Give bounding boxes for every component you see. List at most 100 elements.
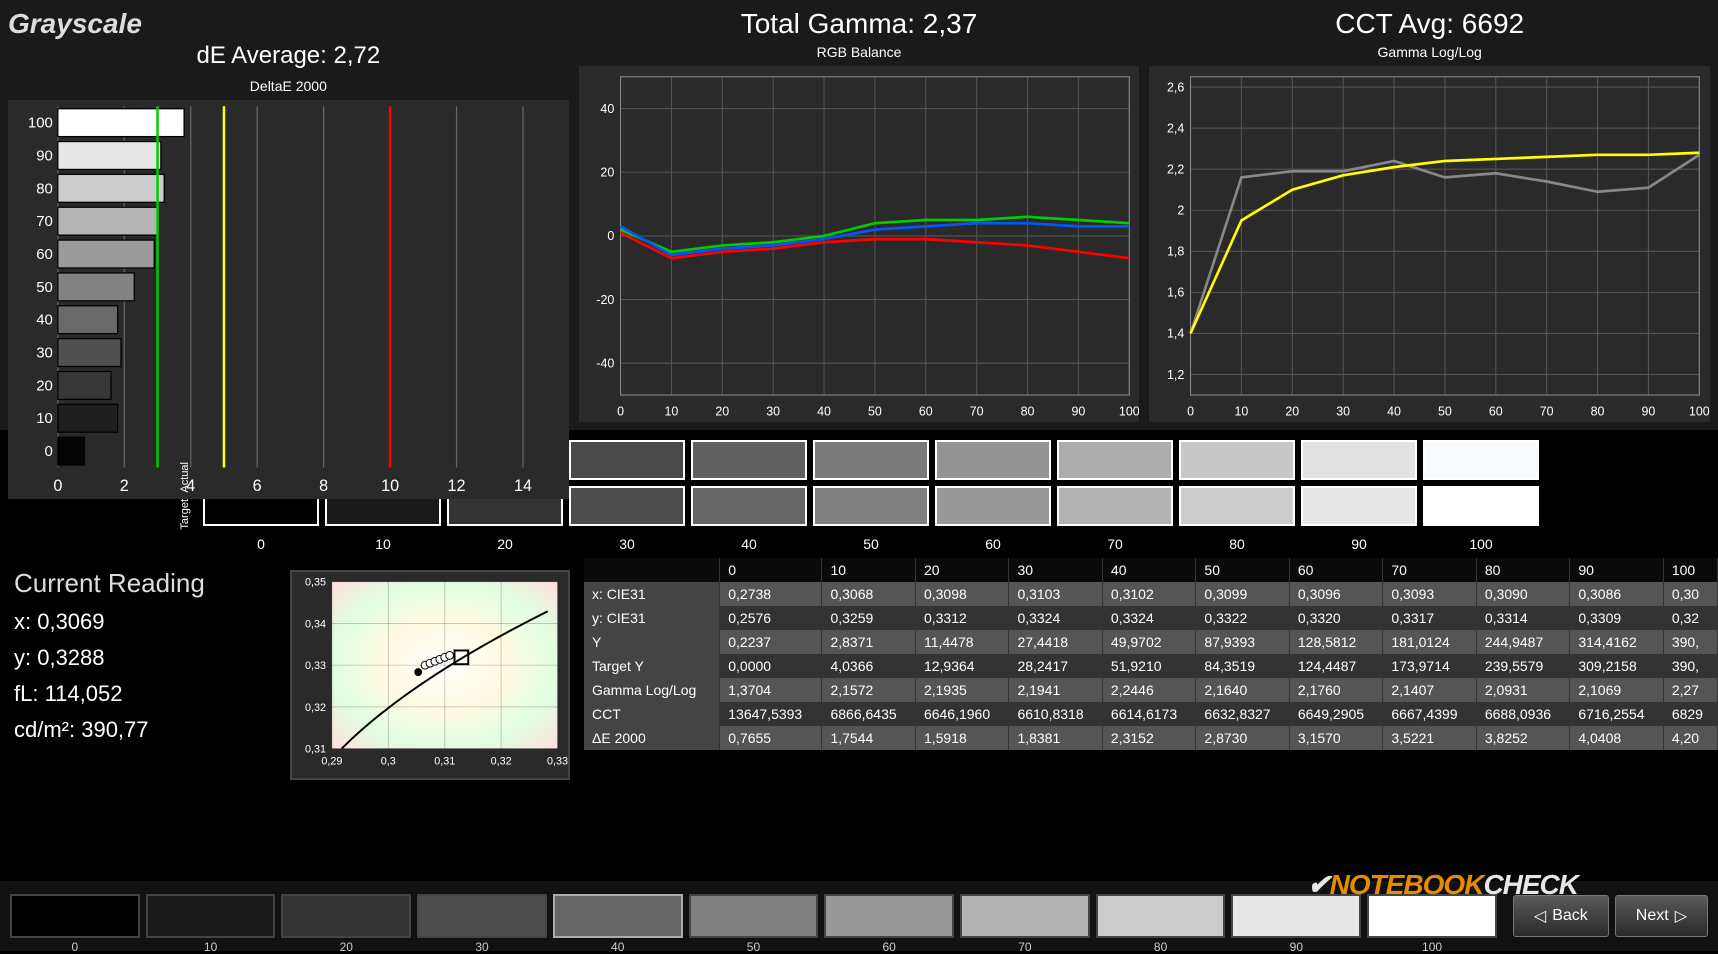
gamma-chart: 01020304050607080901001,21,41,61,822,22,…	[1149, 66, 1710, 422]
swatch-label: 60	[935, 536, 1051, 552]
svg-text:30: 30	[36, 345, 53, 362]
row-header: x: CIE31	[584, 582, 720, 606]
svg-text:2: 2	[120, 477, 129, 495]
svg-text:40: 40	[600, 102, 614, 116]
svg-text:2,2: 2,2	[1167, 162, 1184, 176]
svg-text:0: 0	[607, 229, 614, 243]
table-header: 20	[915, 558, 1008, 582]
svg-text:30: 30	[1337, 404, 1351, 418]
data-table: 0102030405060708090100x: CIE310,27380,30…	[584, 558, 1718, 750]
deltae-panel: Grayscale dE Average: 2,72 DeltaE 2000 0…	[8, 8, 569, 422]
footer-swatch-100[interactable]: 100	[1367, 894, 1497, 938]
svg-text:90: 90	[36, 147, 53, 164]
footer-swatch-90[interactable]: 90	[1231, 894, 1361, 938]
swatch-actual-40[interactable]	[691, 440, 807, 480]
footer-swatch-40[interactable]: 40	[553, 894, 683, 938]
svg-text:1,6: 1,6	[1167, 285, 1184, 299]
swatch-actual-30[interactable]	[569, 440, 685, 480]
swatch-target-100[interactable]	[1423, 486, 1539, 526]
svg-text:2,6: 2,6	[1167, 80, 1184, 94]
footer-swatch-60[interactable]: 60	[824, 894, 954, 938]
footer-swatch-20[interactable]: 20	[281, 894, 411, 938]
swatch-target-70[interactable]	[1057, 486, 1173, 526]
table-header: 30	[1009, 558, 1102, 582]
svg-text:1,4: 1,4	[1167, 327, 1184, 341]
svg-text:40: 40	[1387, 404, 1401, 418]
svg-text:40: 40	[36, 312, 53, 329]
footer: 0102030405060708090100 ◁Back Next▷	[0, 881, 1718, 951]
next-button[interactable]: Next▷	[1615, 895, 1708, 937]
svg-text:70: 70	[969, 404, 983, 418]
data-table-wrap[interactable]: 0102030405060708090100x: CIE310,27380,30…	[584, 558, 1718, 881]
svg-text:20: 20	[715, 404, 729, 418]
table-header: 80	[1476, 558, 1569, 582]
footer-swatch-50[interactable]: 50	[689, 894, 819, 938]
swatch-label: 10	[325, 536, 441, 552]
svg-text:30: 30	[766, 404, 780, 418]
swatch-actual-70[interactable]	[1057, 440, 1173, 480]
gammalog-chart-title: Gamma Log/Log	[1149, 44, 1710, 60]
svg-text:0,3: 0,3	[381, 755, 396, 767]
rgb-panel: Total Gamma: 2,37 RGB Balance 0102030405…	[579, 8, 1140, 422]
swatch-label-target: Target	[179, 499, 191, 530]
table-header	[584, 558, 720, 582]
footer-swatch-80[interactable]: 80	[1096, 894, 1226, 938]
table-row: Target Y0,00004,036612,936428,241751,921…	[584, 654, 1718, 678]
row-header: Y	[584, 630, 720, 654]
swatch-target-30[interactable]	[569, 486, 685, 526]
swatch-actual-50[interactable]	[813, 440, 929, 480]
svg-text:2,4: 2,4	[1167, 121, 1184, 135]
swatch-actual-90[interactable]	[1301, 440, 1417, 480]
swatch-label-actual: Actual	[179, 462, 191, 493]
svg-text:100: 100	[1119, 404, 1140, 418]
svg-text:-40: -40	[596, 356, 614, 370]
grayscale-title: Grayscale	[8, 8, 569, 40]
reading-cdm2: cd/m²: 390,77	[14, 717, 266, 743]
rgb-chart: 0102030405060708090100-40-2002040	[579, 66, 1140, 422]
swatch-label: 40	[691, 536, 807, 552]
svg-text:0: 0	[617, 404, 624, 418]
swatch-target-80[interactable]	[1179, 486, 1295, 526]
table-row: Gamma Log/Log1,37042,15722,19352,19412,2…	[584, 678, 1718, 702]
cct-title: CCT Avg: 6692	[1149, 8, 1710, 40]
swatch-target-60[interactable]	[935, 486, 1051, 526]
table-row: CCT13647,53936866,64356646,19606610,8318…	[584, 702, 1718, 726]
triangle-left-icon: ◁	[1534, 906, 1546, 926]
back-button[interactable]: ◁Back	[1513, 895, 1609, 937]
table-row: ΔE 20000,76551,75441,59181,83812,31522,8…	[584, 726, 1718, 750]
swatch-label: 30	[569, 536, 685, 552]
svg-text:90: 90	[1071, 404, 1085, 418]
svg-text:12: 12	[448, 477, 466, 495]
swatch-actual-60[interactable]	[935, 440, 1051, 480]
table-header: 60	[1289, 558, 1382, 582]
swatch-label: 80	[1179, 536, 1295, 552]
bottom-section: Current Reading x: 0,3069 y: 0,3288 fL: …	[0, 558, 1718, 881]
svg-text:0,32: 0,32	[305, 702, 326, 714]
table-header: 90	[1570, 558, 1663, 582]
swatch-actual-80[interactable]	[1179, 440, 1295, 480]
footer-swatch-70[interactable]: 70	[960, 894, 1090, 938]
svg-text:100: 100	[28, 115, 53, 132]
reading-title: Current Reading	[14, 568, 266, 599]
swatch-target-90[interactable]	[1301, 486, 1417, 526]
svg-text:0,33: 0,33	[305, 660, 326, 672]
svg-text:80: 80	[36, 180, 53, 197]
svg-text:50: 50	[36, 279, 53, 296]
footer-swatch-0[interactable]: 0	[10, 894, 140, 938]
table-row: x: CIE310,27380,30680,30980,31030,31020,…	[584, 582, 1718, 606]
svg-text:60: 60	[1489, 404, 1503, 418]
deltae-chart: 024681012141009080706050403020100	[8, 100, 569, 499]
table-header: 70	[1383, 558, 1476, 582]
swatch-label: 70	[1057, 536, 1173, 552]
swatch-label: 100	[1423, 536, 1539, 552]
row-header: Target Y	[584, 654, 720, 678]
footer-swatch-10[interactable]: 10	[146, 894, 276, 938]
swatch-target-40[interactable]	[691, 486, 807, 526]
svg-text:0,35: 0,35	[305, 577, 326, 589]
footer-swatch-30[interactable]: 30	[417, 894, 547, 938]
svg-text:50: 50	[868, 404, 882, 418]
svg-text:2: 2	[1178, 203, 1185, 217]
swatch-target-50[interactable]	[813, 486, 929, 526]
swatch-actual-100[interactable]	[1423, 440, 1539, 480]
svg-text:20: 20	[600, 165, 614, 179]
